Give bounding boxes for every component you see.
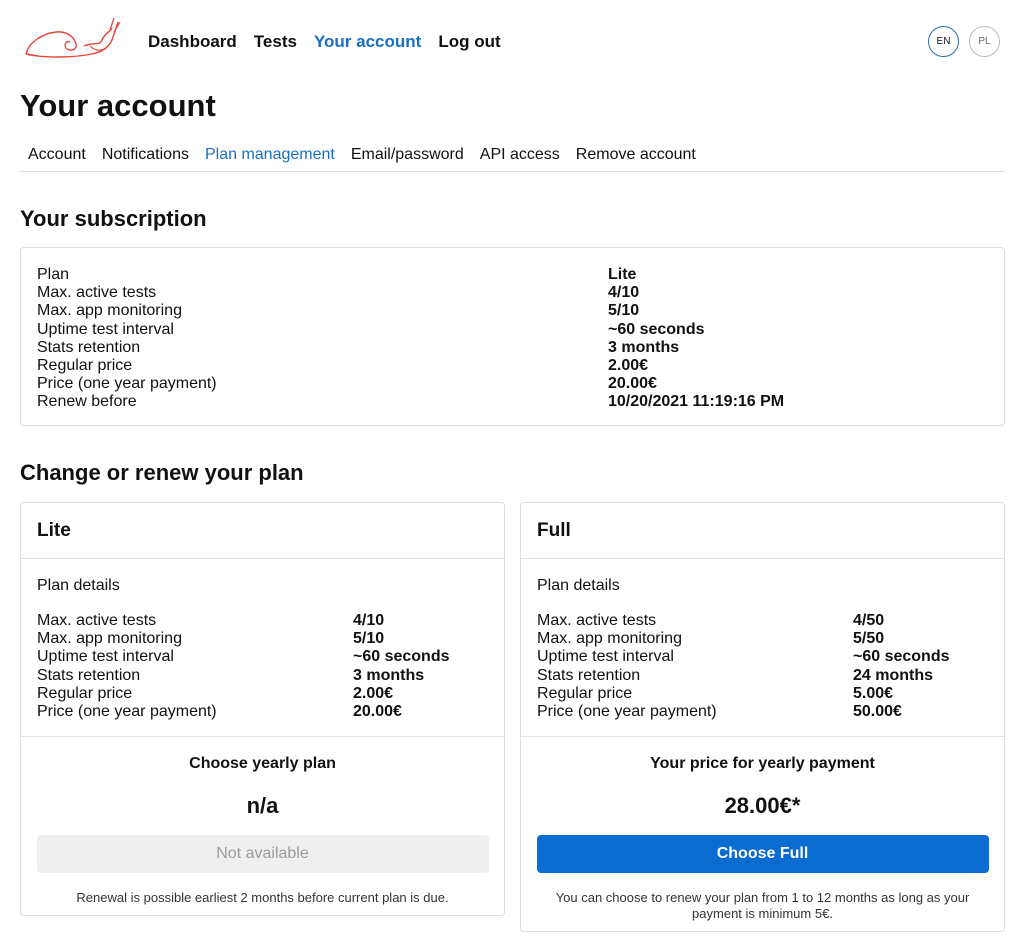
row-label: Price (one year payment) (37, 702, 217, 720)
plan-footer: Your price for yearly payment 28.00€* Ch… (521, 737, 1004, 922)
tab-account[interactable]: Account (20, 145, 94, 171)
row-value: 2.00€ (608, 356, 649, 374)
row-label: Price (one year payment) (537, 702, 717, 720)
subscription-row-renew-before: Renew before 10/20/2021 11:19:16 PM (37, 393, 988, 411)
row-value: 3 months (353, 666, 425, 684)
language-pl-button[interactable]: PL (969, 26, 1000, 57)
choose-full-button[interactable]: Choose Full (536, 835, 989, 873)
row-value: 24 months (853, 666, 934, 684)
row-label: Uptime test interval (537, 648, 674, 666)
account-tabs: Account Notifications Plan management Em… (20, 145, 1005, 172)
row-label: Max. active tests (37, 284, 157, 302)
row-value: 20.00€ (608, 375, 657, 393)
plan-row: Max. app monitoring 5/50 (537, 630, 988, 648)
plan-details-label: Plan details (537, 577, 620, 594)
row-label: Plan (37, 266, 70, 283)
row-label: Regular price (37, 684, 133, 702)
subscription-row-regular-price: Regular price 2.00€ (37, 357, 988, 375)
plan-details: Plan details Max. active tests 4/50 Max. … (521, 559, 1004, 737)
plan-name: Lite (21, 503, 504, 559)
subscription-row-plan: Plan Lite (37, 266, 988, 284)
plan-note: You can choose to renew your plan from 1… (555, 890, 970, 921)
row-label: Max. app monitoring (37, 630, 182, 648)
row-value: 2.00€ (353, 684, 394, 702)
row-label: Max. app monitoring (37, 302, 182, 320)
subscription-box: Plan Lite Max. active tests 4/10 Max. app … (20, 247, 1005, 426)
row-label: Max. active tests (37, 612, 157, 629)
plan-row: Stats retention 24 months (537, 667, 988, 685)
subscription-row-app-monitoring: Max. app monitoring 5/10 (37, 302, 988, 320)
row-value: 5/50 (853, 630, 885, 648)
subscription-row-interval: Uptime test interval ~60 seconds (37, 321, 988, 339)
row-value: 5.00€ (853, 684, 894, 702)
row-value: Lite (608, 266, 637, 283)
top-bar: Dashboard Tests Your account Log out EN … (0, 0, 1024, 84)
tab-remove-account[interactable]: Remove account (568, 145, 704, 171)
change-plan-title: Change or renew your plan (20, 460, 304, 485)
plan-row: Stats retention 3 months (37, 667, 488, 685)
row-value: 4/50 (853, 612, 885, 629)
row-label: Stats retention (37, 338, 141, 356)
row-value: ~60 seconds (608, 320, 705, 338)
row-label: Regular price (37, 356, 133, 374)
plan-details-label: Plan details (37, 577, 120, 594)
plan-footer-title: Choose yearly plan (189, 755, 336, 772)
plan-footer: Choose yearly plan n/a Not available Ren… (21, 737, 504, 906)
subscription-row-retention: Stats retention 3 months (37, 339, 988, 357)
row-value: 4/10 (608, 284, 640, 302)
plan-price: n/a (246, 793, 279, 818)
plan-note: Renewal is possible earliest 2 months be… (76, 890, 449, 905)
plan-row: Regular price 2.00€ (37, 685, 488, 703)
main-nav: Dashboard Tests Your account Log out (148, 31, 501, 53)
page-title: Your account (20, 88, 216, 123)
plan-row: Uptime test interval ~60 seconds (537, 648, 988, 666)
plan-footer-title: Your price for yearly payment (650, 755, 875, 772)
tab-api-access[interactable]: API access (472, 145, 568, 171)
row-value: 3 months (608, 338, 680, 356)
plan-row: Max. active tests 4/50 (537, 612, 988, 630)
plan-row: Uptime test interval ~60 seconds (37, 648, 488, 666)
row-value: ~60 seconds (853, 648, 950, 666)
plan-row: Max. app monitoring 5/10 (37, 630, 488, 648)
row-label: Max. active tests (537, 612, 657, 629)
plan-row: Price (one year payment) 20.00€ (37, 703, 488, 721)
plan-price: 28.00€* (724, 793, 801, 818)
row-label: Max. app monitoring (537, 630, 682, 648)
nav-log-out[interactable]: Log out (438, 31, 500, 53)
nav-dashboard[interactable]: Dashboard (148, 31, 237, 53)
plan-row: Max. active tests 4/10 (37, 612, 488, 630)
row-label: Uptime test interval (37, 320, 174, 338)
plan-card-lite: Lite Plan details Max. active tests 4/10 … (20, 502, 505, 916)
row-label: Uptime test interval (37, 648, 174, 666)
tab-email-password[interactable]: Email/password (343, 145, 472, 171)
plan-row: Price (one year payment) 50.00€ (537, 703, 988, 721)
plan-card-full: Full Plan details Max. active tests 4/50 … (520, 502, 1005, 932)
row-label: Stats retention (37, 666, 141, 684)
plan-name: Full (521, 503, 1004, 559)
row-value: 10/20/2021 11:19:16 PM (608, 393, 785, 411)
nav-tests[interactable]: Tests (254, 31, 297, 53)
snail-logo-icon[interactable] (22, 16, 122, 62)
plan-row: Regular price 5.00€ (537, 685, 988, 703)
plan-details: Plan details Max. active tests 4/10 Max. … (21, 559, 504, 737)
row-value: 4/10 (353, 612, 385, 629)
language-en-button[interactable]: EN (928, 26, 959, 57)
tab-notifications[interactable]: Notifications (94, 145, 197, 171)
subscription-row-active-tests: Max. active tests 4/10 (37, 284, 988, 302)
row-value: 5/10 (353, 630, 385, 648)
tab-plan-management[interactable]: Plan management (197, 145, 343, 171)
row-value: 20.00€ (353, 702, 402, 720)
row-value: 50.00€ (853, 702, 902, 720)
row-label: Renew before (37, 393, 137, 411)
subscription-row-yearly-price: Price (one year payment) 20.00€ (37, 375, 988, 393)
subscription-title: Your subscription (20, 206, 207, 231)
row-label: Regular price (537, 684, 633, 702)
row-label: Stats retention (537, 666, 641, 684)
nav-your-account[interactable]: Your account (314, 31, 421, 53)
row-value: ~60 seconds (353, 648, 450, 666)
row-label: Price (one year payment) (37, 375, 217, 393)
row-value: 5/10 (608, 302, 640, 320)
not-available-button: Not available (36, 835, 489, 873)
